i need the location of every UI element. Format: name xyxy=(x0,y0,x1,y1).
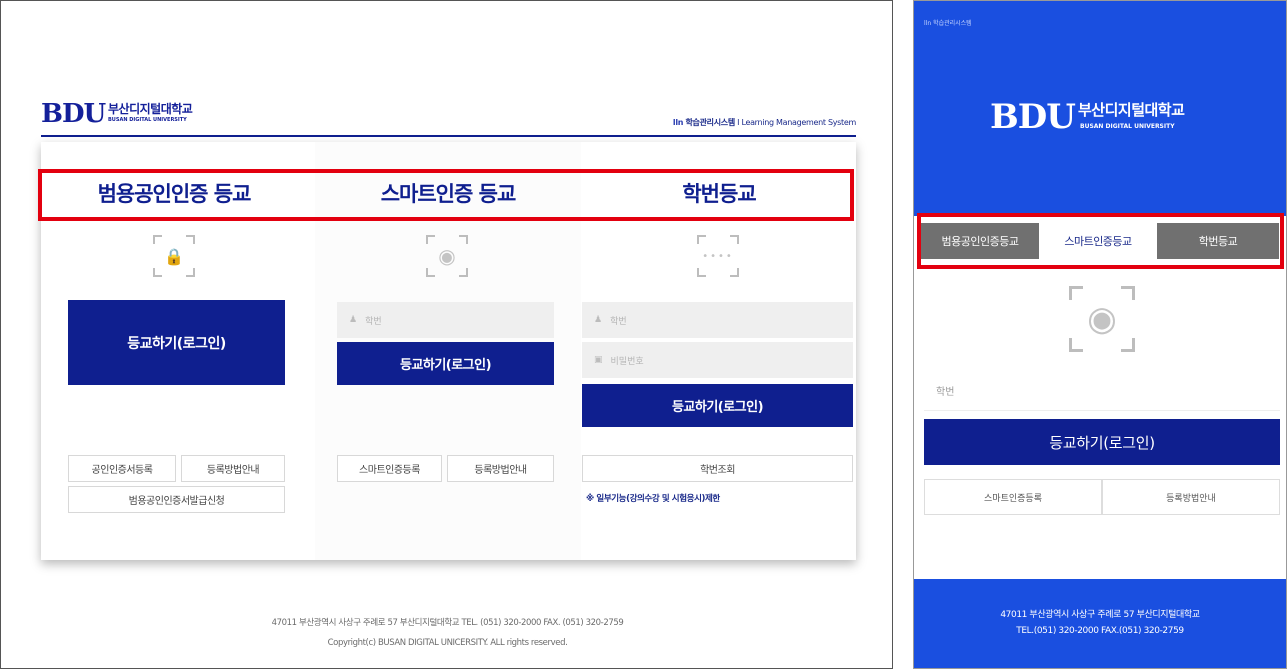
mobile-register-guide-button[interactable]: 등록방법안내 xyxy=(1102,479,1280,515)
mobile-screenshot: lln 학습관리시스템 BDU 부산디지털대학교 BUSAN DIGITAL U… xyxy=(913,0,1287,669)
public-cert-login-button[interactable]: 등교하기(로그인) xyxy=(68,300,285,385)
lock-icon: 🔒 xyxy=(153,235,195,277)
mobile-login-button[interactable]: 등교하기(로그인) xyxy=(924,419,1280,465)
mobile-student-id-input[interactable]: 학번 xyxy=(924,371,1280,411)
fingerprint-icon: ◉ xyxy=(1069,286,1135,352)
student-id-lookup-button[interactable]: 학번조회 xyxy=(582,455,853,482)
student-id-placeholder: 학번 xyxy=(365,316,382,327)
smart-auth-login-button[interactable]: 등교하기(로그인) xyxy=(337,342,554,385)
smart-auth-register-button[interactable]: 스마트인증등록 xyxy=(337,455,442,482)
desktop-screenshot: BDU 부산디지털대학교 BUSAN DIGITAL UNIVERSITY ll… xyxy=(0,0,893,669)
fingerprint-icon: ◉ xyxy=(426,235,468,277)
mobile-university-name-en: BUSAN DIGITAL UNIVERSITY xyxy=(1080,123,1175,130)
student-id-placeholder: 학번 xyxy=(610,316,627,327)
mobile-header: lln 학습관리시스템 BDU 부산디지털대학교 BUSAN DIGITAL U… xyxy=(914,1,1286,216)
desktop-footer: 47011 부산광역시 사상구 주례로 57 부산디지털대학교 TEL. (05… xyxy=(1,613,894,653)
limit-note: ※ 일부기능(강의수강 및 시험응시)제한 xyxy=(586,494,720,504)
student-id-input[interactable]: ♟ 학번 xyxy=(582,302,853,338)
user-icon: ♟ xyxy=(594,315,603,325)
mobile-tabs-highlight-box xyxy=(917,213,1284,269)
mobile-footer-address: 47011 부산광역시 사상구 주례로 57 부산디지털대학교 xyxy=(1000,610,1200,620)
tabs-highlight-box xyxy=(38,169,854,221)
mobile-smart-register-button[interactable]: 스마트인증등록 xyxy=(924,479,1102,515)
mobile-lms-label: lln 학습관리시스템 xyxy=(924,20,972,27)
password-dots-icon: •••• xyxy=(697,235,739,277)
mobile-footer: 47011 부산광역시 사상구 주례로 57 부산디지털대학교 TEL.(051… xyxy=(914,579,1286,668)
lms-title-en: Learning Management System xyxy=(741,118,856,127)
password-input[interactable]: ▣ 비밀번호 xyxy=(582,342,853,378)
lms-title-kr: 학습관리시스템 xyxy=(685,118,735,127)
university-name-kr: 부산디지털대학교 xyxy=(108,102,193,116)
student-id-login-button[interactable]: 등교하기(로그인) xyxy=(582,384,853,427)
desktop-header: BDU 부산디지털대학교 BUSAN DIGITAL UNIVERSITY ll… xyxy=(41,95,856,137)
footer-copyright: Copyright(c) BUSAN DIGITAL UNICERSITY. A… xyxy=(327,638,568,648)
lms-mark-icon: lln xyxy=(672,118,684,127)
lock-small-icon: ▣ xyxy=(594,355,603,365)
university-name-en: BUSAN DIGITAL UNIVERSITY xyxy=(108,117,187,123)
lms-separator: I xyxy=(737,118,740,127)
student-id-input[interactable]: ♟ 학번 xyxy=(337,302,554,338)
footer-address: 47011 부산광역시 사상구 주례로 57 부산디지털대학교 TEL. (05… xyxy=(271,618,624,628)
cert-issue-request-button[interactable]: 범용공인인증서발급신청 xyxy=(68,486,285,513)
cert-register-button[interactable]: 공인인증서등록 xyxy=(68,455,176,482)
mobile-university-name-kr: 부산디지털대학교 xyxy=(1078,101,1185,119)
register-guide-button[interactable]: 등록방법안내 xyxy=(447,455,554,482)
bdu-logo[interactable]: BDU xyxy=(41,99,106,129)
mobile-footer-contact: TEL.(051) 320-2000 FAX.(051) 320-2759 xyxy=(1016,626,1184,636)
register-guide-button[interactable]: 등록방법안내 xyxy=(181,455,285,482)
password-placeholder: 비밀번호 xyxy=(610,356,644,367)
lms-label: lln 학습관리시스템 I Learning Management System xyxy=(673,117,856,128)
mobile-bdu-logo[interactable]: BDU xyxy=(990,97,1076,137)
user-icon: ♟ xyxy=(349,315,358,325)
